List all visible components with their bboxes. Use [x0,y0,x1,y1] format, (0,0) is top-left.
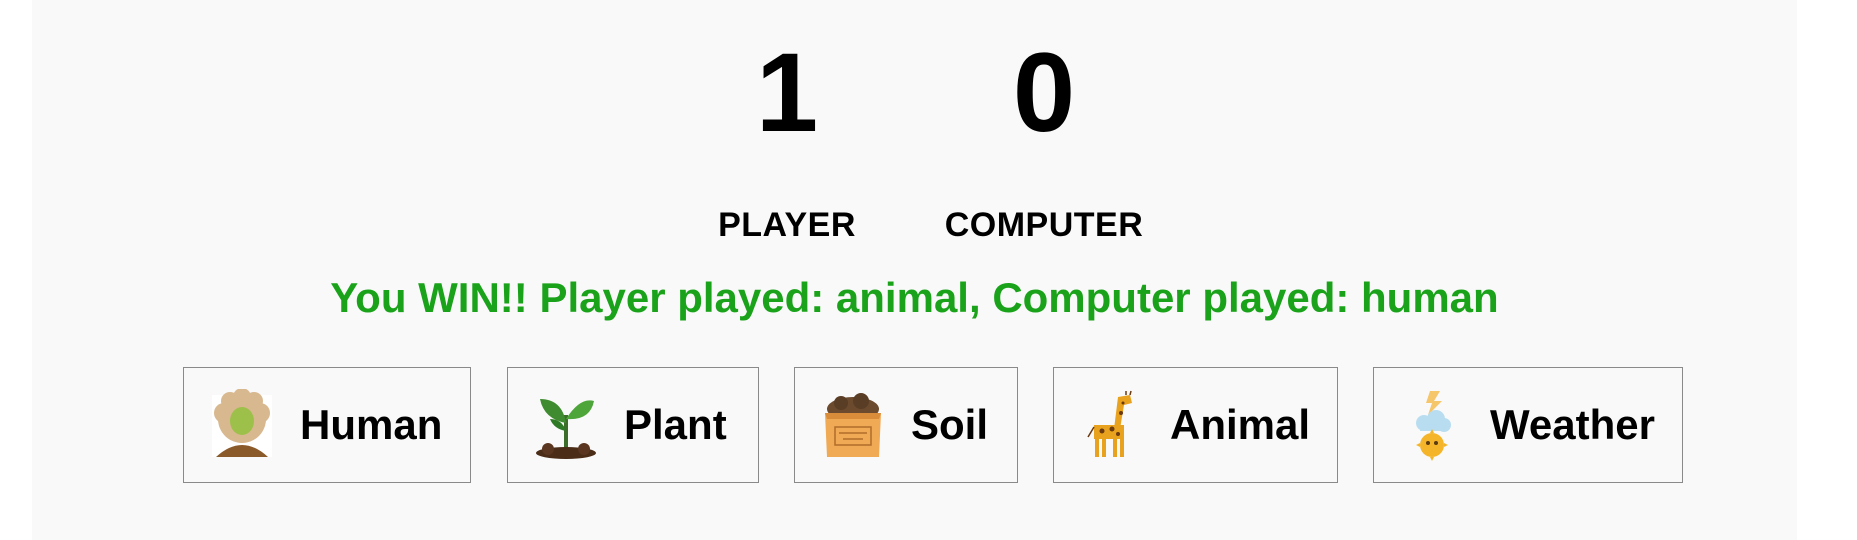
choice-buttons: Human Plant Soil Animal Weather [32,367,1797,485]
weather-icon [1416,391,1451,461]
human-icon [212,389,272,457]
giraffe-icon [1087,390,1132,457]
soil-label: Soil [911,401,989,448]
weather-label: Weather [1490,401,1655,448]
player-label: PLAYER [718,206,856,244]
soil-bag-icon [825,393,881,457]
plant-label: Plant [624,401,727,448]
game-panel: 1 PLAYER 0 COMPUTER You WIN!! Player pla… [32,0,1797,540]
computer-score: 0 [1012,30,1076,155]
computer-score-column: 0 COMPUTER [944,28,1144,245]
animal-label: Animal [1170,401,1311,448]
player-score: 1 [755,30,819,155]
soil-button[interactable]: Soil [794,367,1018,483]
animal-button[interactable]: Animal [1053,367,1338,483]
plant-button[interactable]: Plant [507,367,759,483]
scoreboard: 1 PLAYER 0 COMPUTER [32,28,1797,248]
weather-button[interactable]: Weather [1373,367,1683,483]
result-message: You WIN!! Player played: animal, Compute… [330,274,1499,321]
plant-icon [536,399,596,459]
human-button[interactable]: Human [183,367,471,483]
computer-label: COMPUTER [944,206,1144,244]
human-label: Human [300,401,443,448]
player-score-column: 1 PLAYER [687,28,887,245]
